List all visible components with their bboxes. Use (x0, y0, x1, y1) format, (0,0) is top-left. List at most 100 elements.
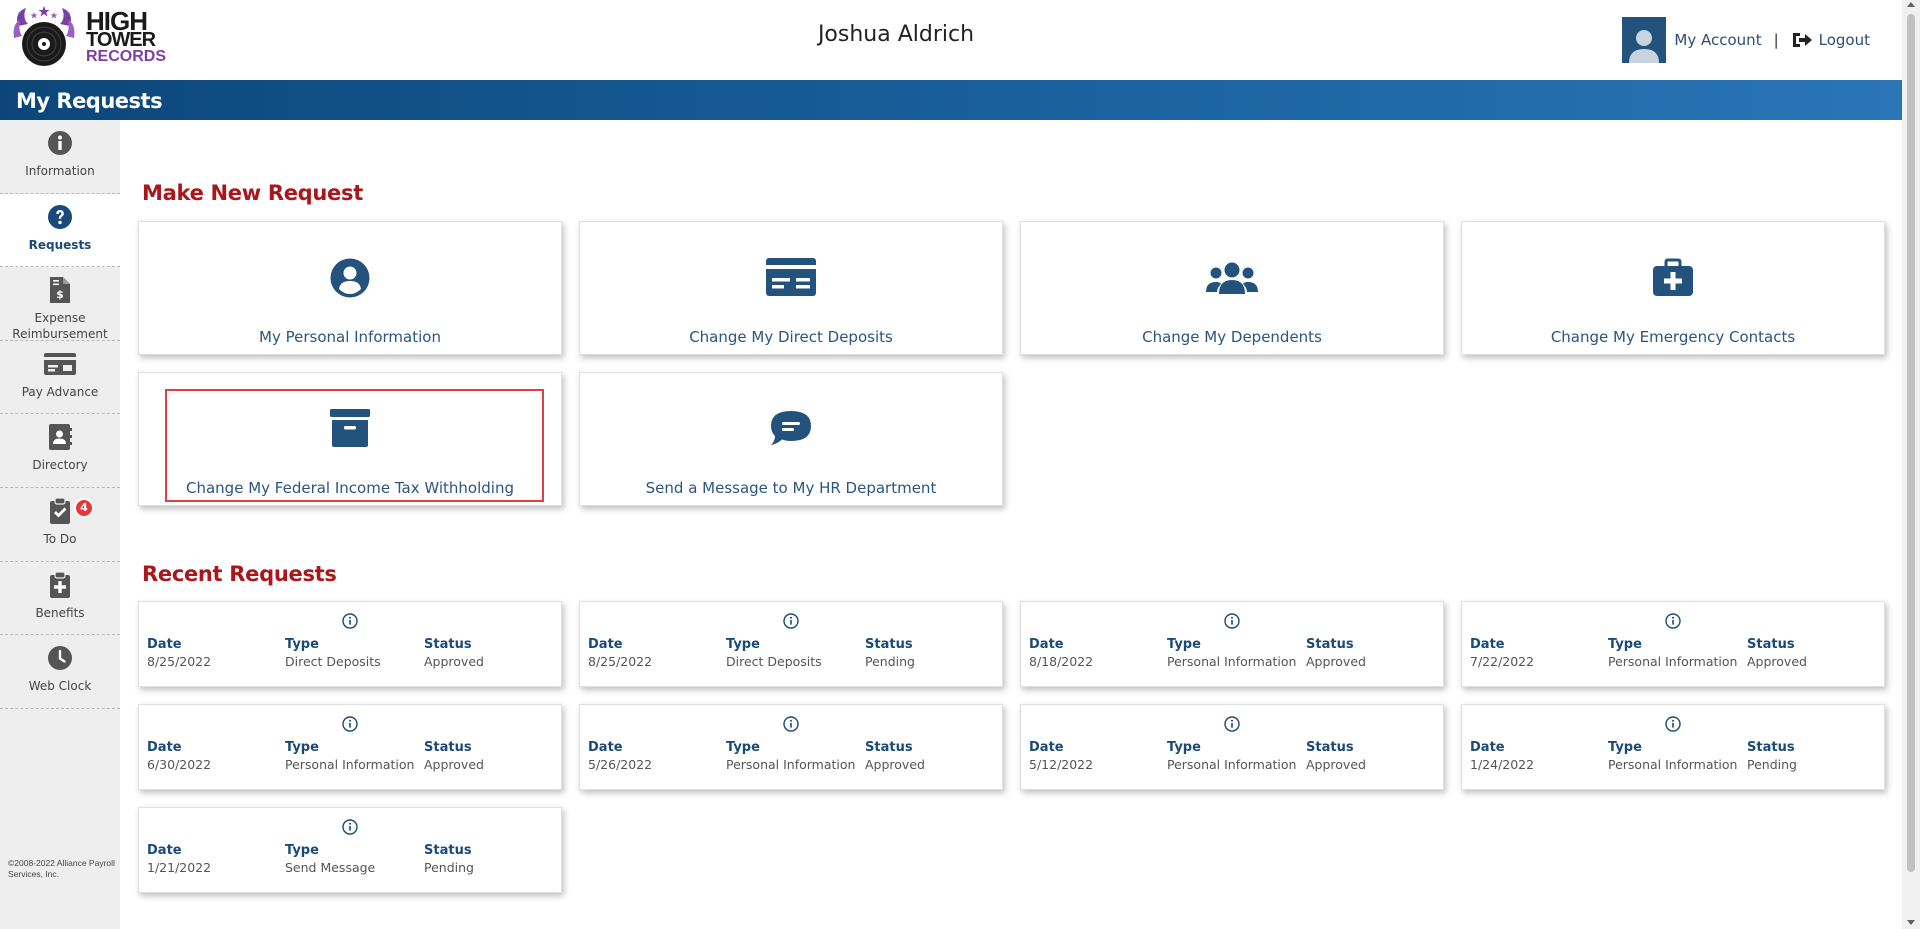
type-header: Type (1608, 637, 1642, 652)
info-circle-icon[interactable] (1462, 613, 1884, 629)
date-value: 6/30/2022 (147, 757, 212, 772)
date-header: Date (147, 740, 182, 755)
user-name: Joshua Aldrich (817, 22, 975, 47)
info-circle-icon[interactable] (139, 716, 561, 732)
type-header: Type (726, 740, 760, 755)
recent-request-card[interactable]: Date 1/21/2022 Type Send Message Status Pendi… (138, 807, 562, 893)
status-value: Approved (865, 757, 925, 772)
recent-request-card[interactable]: Date 5/26/2022 Type Personal Information Sta… (579, 704, 1003, 790)
status-header: Status (1747, 637, 1795, 652)
status-header: Status (424, 637, 472, 652)
info-circle-icon[interactable] (139, 819, 561, 835)
info-circle-icon[interactable] (1021, 716, 1443, 732)
question-circle-icon (47, 204, 73, 230)
sidebar-item-label: To Do (43, 531, 77, 546)
info-circle-icon[interactable] (1462, 716, 1884, 732)
logout-link[interactable]: Logout (1819, 31, 1870, 49)
status-header: Status (424, 843, 472, 858)
date-header: Date (1029, 637, 1064, 652)
date-header: Date (1029, 740, 1064, 755)
address-book-icon (48, 424, 72, 451)
scroll-thumb[interactable] (1907, 14, 1915, 872)
sidebar-item-pay-advance[interactable]: Pay Advance (0, 341, 120, 415)
date-column: Date 5/12/2022 (1029, 739, 1093, 773)
info-circle-icon[interactable] (580, 716, 1002, 732)
recent-request-card[interactable]: Date 8/25/2022 Type Direct Deposits Status Ap… (138, 601, 562, 687)
sidebar-item-information[interactable]: Information (0, 120, 120, 194)
info-circle-icon[interactable] (1021, 613, 1443, 629)
type-column: Type Personal Information (1167, 739, 1296, 773)
info-circle-icon[interactable] (139, 613, 561, 629)
status-value: Approved (1306, 757, 1366, 772)
recent-request-card[interactable]: Date 8/25/2022 Type Direct Deposits Status Pe… (579, 601, 1003, 687)
sidebar-item-to-do[interactable]: 4 To Do (0, 488, 120, 562)
date-value: 8/25/2022 (588, 654, 653, 669)
status-value: Pending (1747, 757, 1797, 772)
request-card-label: Change My Emergency Contacts (1550, 328, 1796, 346)
recent-request-card[interactable]: Date 7/22/2022 Type Personal Information Sta… (1461, 601, 1885, 687)
date-value: 1/24/2022 (1470, 757, 1535, 772)
scroll-down-arrow-icon[interactable] (1907, 920, 1915, 925)
date-column: Date 8/25/2022 (588, 636, 652, 670)
status-header: Status (865, 740, 913, 755)
type-value: Personal Information (285, 757, 415, 772)
date-value: 8/18/2022 (1029, 654, 1094, 669)
type-header: Type (1167, 740, 1201, 755)
sidebar-item-benefits[interactable]: Benefits (0, 562, 120, 636)
type-header: Type (285, 637, 319, 652)
request-card-federal-tax-withholding[interactable]: Change My Federal Income Tax Withholding (138, 372, 562, 506)
status-header: Status (1306, 740, 1354, 755)
type-column: Type Personal Information (1608, 636, 1737, 670)
vertical-scrollbar[interactable] (1902, 0, 1920, 929)
status-value: Approved (424, 757, 484, 772)
status-value: Pending (424, 860, 474, 875)
scroll-up-arrow-icon[interactable] (1907, 2, 1915, 7)
sidebar-item-web-clock[interactable]: Web Clock (0, 635, 120, 709)
status-header: Status (1306, 637, 1354, 652)
type-value: Direct Deposits (726, 654, 822, 669)
make-new-request-heading: Make New Request (142, 181, 363, 205)
date-column: Date 1/24/2022 (1470, 739, 1534, 773)
type-value: Personal Information (1608, 757, 1738, 772)
date-value: 5/12/2022 (1029, 757, 1094, 772)
request-card-emergency-contacts[interactable]: Change My Emergency Contacts (1461, 221, 1885, 355)
request-card-direct-deposits[interactable]: Change My Direct Deposits (579, 221, 1003, 355)
date-column: Date 8/25/2022 (147, 636, 211, 670)
sidebar-item-label: Benefits (35, 605, 85, 620)
date-column: Date 6/30/2022 (147, 739, 211, 773)
my-account-link[interactable]: My Account (1674, 31, 1761, 49)
date-value: 1/21/2022 (147, 860, 212, 875)
request-card-dependents[interactable]: Change My Dependents (1020, 221, 1444, 355)
request-card-send-message[interactable]: Send a Message to My HR Department (579, 372, 1003, 506)
sidebar-item-expense-reimbursement[interactable]: $ Expense Reimbursement (0, 267, 120, 341)
date-column: Date 1/21/2022 (147, 842, 211, 876)
sidebar-item-label: Requests (28, 237, 92, 252)
info-circle-icon[interactable] (580, 613, 1002, 629)
status-column: Status Pending (424, 842, 474, 876)
status-value: Approved (1747, 654, 1807, 669)
status-column: Status Approved (1306, 739, 1366, 773)
status-value: Approved (1306, 654, 1366, 669)
status-column: Status Pending (1747, 739, 1797, 773)
recent-request-card[interactable]: Date 1/24/2022 Type Personal Information Sta… (1461, 704, 1885, 790)
request-card-label: Send a Message to My HR Department (645, 479, 937, 497)
type-column: Type Send Message (285, 842, 375, 876)
comment-icon (580, 409, 1002, 447)
request-card-label: My Personal Information (259, 328, 441, 346)
page-title: My Requests (16, 89, 163, 113)
sidebar-item-directory[interactable]: Directory (0, 414, 120, 488)
date-header: Date (1470, 740, 1505, 755)
logo-line-3: RECORDS (86, 48, 167, 65)
type-column: Type Personal Information (1608, 739, 1737, 773)
avatar[interactable] (1622, 17, 1667, 63)
recent-request-card[interactable]: Date 5/12/2022 Type Personal Information Sta… (1020, 704, 1444, 790)
recent-request-card[interactable]: Date 6/30/2022 Type Personal Information Sta… (138, 704, 562, 790)
user-silhouette-icon (1629, 30, 1660, 63)
type-header: Type (285, 843, 319, 858)
sign-out-icon[interactable] (1791, 31, 1813, 49)
recent-request-card[interactable]: Date 8/18/2022 Type Personal Information Sta… (1020, 601, 1444, 687)
users-icon (1021, 258, 1443, 298)
sidebar-item-requests[interactable]: Requests (0, 193, 120, 268)
request-card-personal-information[interactable]: My Personal Information (138, 221, 562, 355)
type-value: Personal Information (1167, 757, 1297, 772)
